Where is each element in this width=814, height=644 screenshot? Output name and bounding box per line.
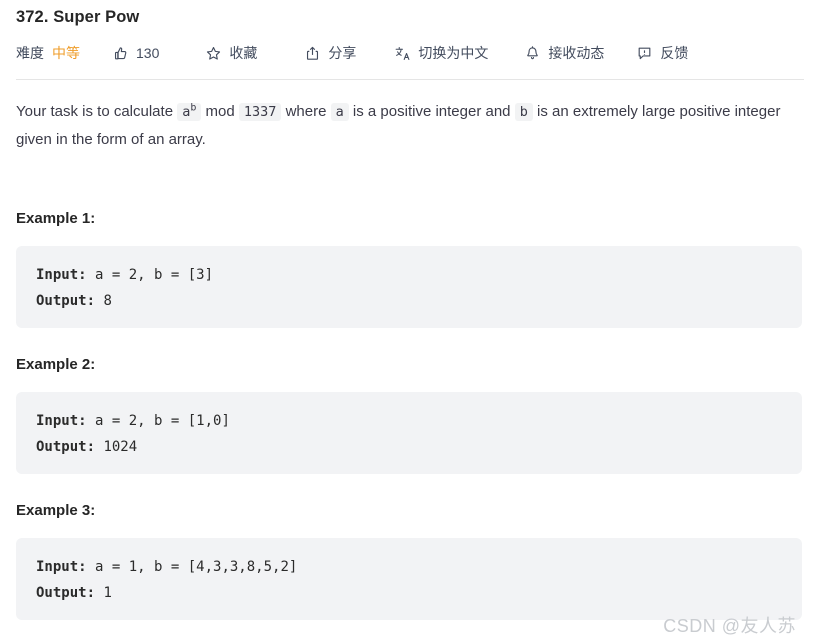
example-block: Example 3: Input: a = 1, b = [4,3,3,8,5,… [16,500,802,620]
inline-code-a-pow-b: ab [177,102,202,121]
watermark: CSDN @友人苏 [663,616,796,636]
header-divider [16,79,804,80]
like-button[interactable]: 130 [112,45,159,62]
favorite-button[interactable]: 收藏 [205,43,257,63]
description-part-1: Your task is to calculate [16,103,178,120]
output-key: Output: [36,585,96,601]
inline-code-a: a [330,103,349,121]
difficulty-label: 难度 [16,45,44,61]
translate-button[interactable]: 切换为中文 [394,43,488,63]
example-code-block: Input: a = 2, b = [1,0] Output: 1024 [16,392,802,474]
example-code-block: Input: a = 2, b = [3] Output: 8 [16,246,802,328]
inline-code-b-exponent: b [190,102,197,114]
problem-description: Your task is to calculate ab mod 1337 wh… [16,98,798,154]
description-part-4: is a positive integer and [348,103,515,120]
translate-label: 切换为中文 [418,45,489,61]
input-key: Input: [36,413,87,429]
difficulty-indicator: 难度 中等 [16,43,80,63]
output-value: 1024 [95,439,138,455]
share-button[interactable]: 分享 [304,43,356,63]
input-value: a = 2, b = [3] [86,267,214,283]
example-code-block: Input: a = 1, b = [4,3,3,8,5,2] Output: … [16,538,802,620]
problem-toolbar: 难度 中等 130 收藏 分享 切换为中文 接收动态 反馈 [16,36,798,70]
inline-code-1337: 1337 [238,103,282,121]
problem-page: 372. Super Pow 难度 中等 130 收藏 分享 切换为中文 接收动… [0,0,814,644]
description-part-3: where [281,103,331,120]
output-value: 8 [95,293,112,309]
example-block: Example 1: Input: a = 2, b = [3] Output:… [16,208,802,328]
output-key: Output: [36,293,96,309]
page-title: 372. Super Pow [16,8,140,26]
favorite-label: 收藏 [229,45,258,61]
star-icon [205,45,222,62]
difficulty-value: 中等 [52,45,80,61]
feedback-label: 反馈 [660,45,689,61]
thumbs-up-icon [112,45,129,62]
input-value: a = 2, b = [1,0] [86,413,230,429]
input-key: Input: [36,559,87,575]
example-heading: Example 1: [16,210,96,227]
share-label: 分享 [328,45,357,61]
example-heading: Example 3: [16,502,96,519]
share-icon [304,45,321,62]
output-key: Output: [36,439,96,455]
input-value: a = 1, b = [4,3,3,8,5,2] [86,559,298,575]
feedback-button[interactable]: 反馈 [636,43,688,63]
translate-icon [394,45,411,62]
example-heading: Example 2: [16,356,96,373]
example-block: Example 2: Input: a = 2, b = [1,0] Outpu… [16,354,802,474]
feedback-icon [636,45,653,62]
subscribe-button[interactable]: 接收动态 [524,43,604,63]
subscribe-label: 接收动态 [548,45,605,61]
input-key: Input: [36,267,87,283]
bell-icon [524,45,541,62]
description-part-2: mod [201,103,239,120]
output-value: 1 [95,585,112,601]
inline-code-b: b [514,103,533,121]
like-count: 130 [136,45,160,61]
